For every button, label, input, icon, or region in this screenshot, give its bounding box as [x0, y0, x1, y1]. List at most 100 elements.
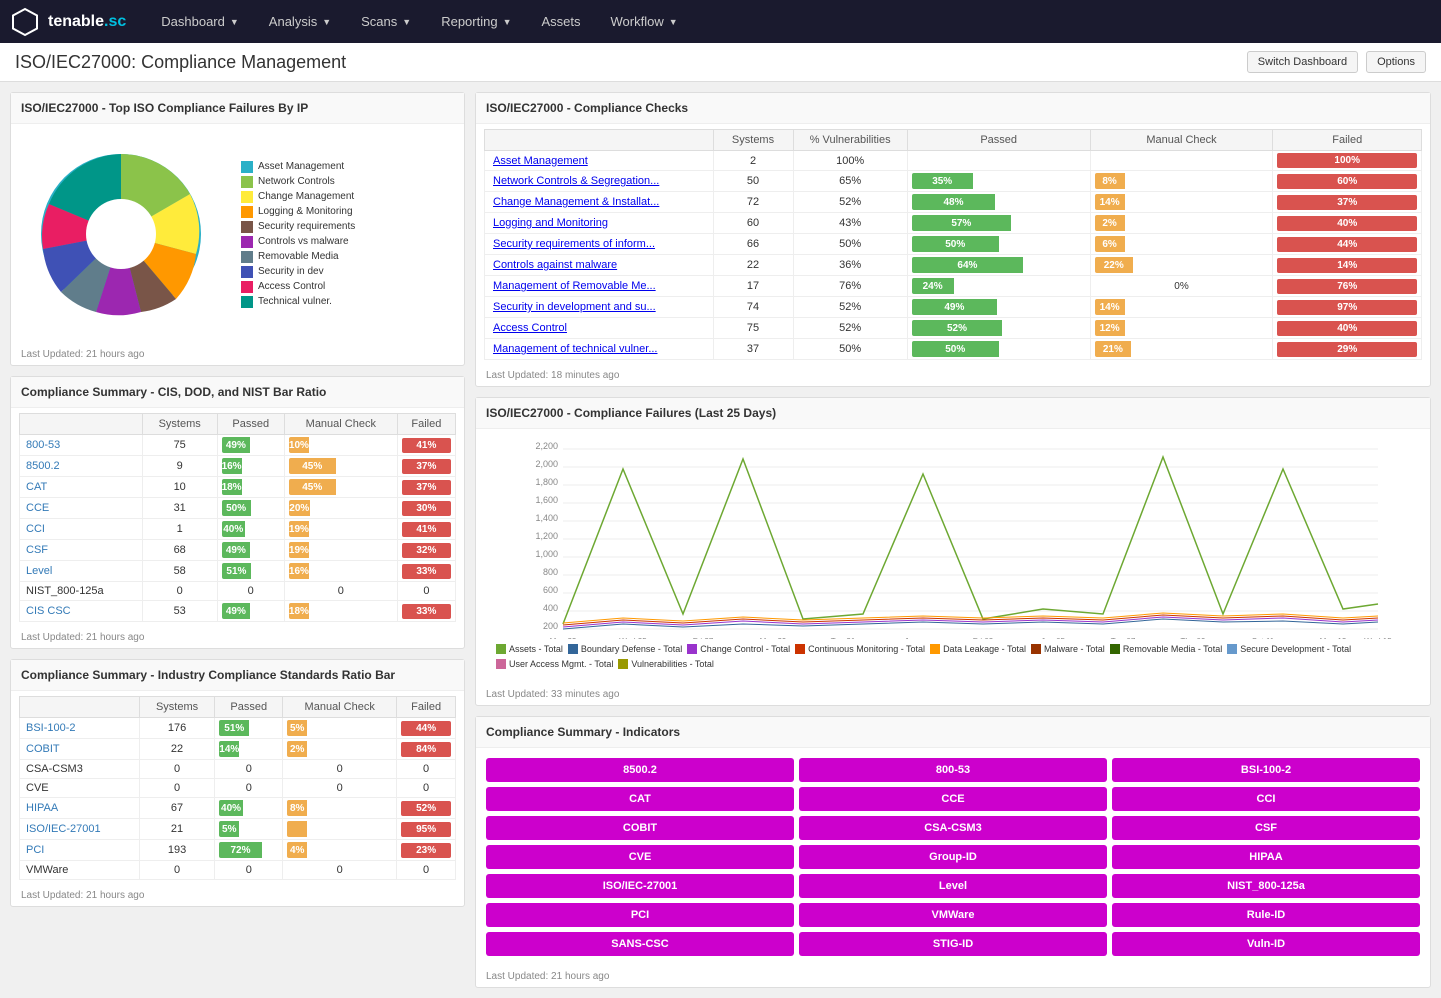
nav-analysis[interactable]: Analysis ▼ [254, 0, 346, 43]
legend-vuln: Vulnerabilities - Total [618, 659, 714, 669]
col-systems: Systems [139, 697, 214, 718]
logo-text: tenable.sc [48, 13, 126, 31]
indicator-button[interactable]: VMWare [799, 903, 1107, 927]
indicator-button[interactable]: SANS-CSC [486, 932, 794, 956]
col-failed: Failed [397, 414, 455, 435]
svg-text:800: 800 [543, 567, 558, 577]
indicator-button[interactable]: HIPAA [1112, 845, 1420, 869]
legend-item: Access Control [241, 281, 355, 293]
chart-last-updated: Last Updated: 33 minutes ago [476, 684, 1430, 705]
col-failed: Failed [1273, 130, 1422, 151]
indicator-button[interactable]: 8500.2 [486, 758, 794, 782]
indicator-button[interactable]: BSI-100-2 [1112, 758, 1420, 782]
indicator-button[interactable]: NIST_800-125a [1112, 874, 1420, 898]
nav-workflow[interactable]: Workflow ▼ [596, 0, 693, 43]
indicator-button[interactable]: PCI [486, 903, 794, 927]
checks-panel-title: ISO/IEC27000 - Compliance Checks [476, 93, 1430, 124]
legend-item: Security requirements [241, 221, 355, 233]
legend-continuous: Continuous Monitoring - Total [795, 644, 925, 654]
nav-scans[interactable]: Scans ▼ [346, 0, 426, 43]
logo: tenable.sc [10, 7, 126, 37]
pie-last-updated: Last Updated: 21 hours ago [11, 344, 464, 365]
table-row: VMWare0000 [20, 861, 456, 880]
nav-reporting[interactable]: Reporting ▼ [426, 0, 526, 43]
svg-text:Mon 29: Mon 29 [760, 637, 787, 639]
col-vuln: % Vulnerabilities [793, 130, 907, 151]
svg-text:June: June [904, 637, 922, 639]
svg-text:Mon 23: Mon 23 [550, 637, 577, 639]
legend-change: Change Control - Total [687, 644, 790, 654]
indicator-button[interactable]: ISO/IEC-27001 [486, 874, 794, 898]
logo-icon [10, 7, 40, 37]
table-row: CVE0000 [20, 779, 456, 798]
indicator-button[interactable]: CAT [486, 787, 794, 811]
indicator-button[interactable]: Vuln-ID [1112, 932, 1420, 956]
main-content: ISO/IEC27000 - Top ISO Compliance Failur… [0, 82, 1441, 998]
pie-container: Asset Management Network Controls Change… [11, 124, 464, 344]
table-row: NIST_800-125a0000 [20, 582, 456, 601]
indicator-button[interactable]: 800-53 [799, 758, 1107, 782]
col-passed: Passed [907, 130, 1090, 151]
chart-panel-title: ISO/IEC27000 - Compliance Failures (Last… [476, 398, 1430, 429]
table-row: CAT 10 18% 45% 37% [20, 477, 456, 498]
table-row: PCI 193 72% 4% 23% [20, 840, 456, 861]
indicator-button[interactable]: CVE [486, 845, 794, 869]
indicator-button[interactable]: CCE [799, 787, 1107, 811]
table-row: Security requirements of inform... 66 50… [485, 234, 1422, 255]
legend-user-access: User Access Mgmt. - Total [496, 659, 613, 669]
indicator-button[interactable]: CCI [1112, 787, 1420, 811]
industry-table: Systems Passed Manual Check Failed BSI-1… [19, 696, 456, 880]
table-row: CCI 1 40% 19% 41% [20, 519, 456, 540]
table-row: COBIT 22 14% 2% 84% [20, 739, 456, 760]
svg-text:Sat 11: Sat 11 [1252, 637, 1275, 639]
legend-item: Security in dev [241, 266, 355, 278]
options-button[interactable]: Options [1366, 51, 1426, 73]
indicators-last-updated: Last Updated: 21 hours ago [476, 966, 1430, 987]
svg-text:1,000: 1,000 [535, 549, 558, 559]
nav-assets[interactable]: Assets [527, 0, 596, 43]
indicator-button[interactable]: STIG-ID [799, 932, 1107, 956]
legend-item: Change Management [241, 191, 355, 203]
indicator-button[interactable]: Rule-ID [1112, 903, 1420, 927]
legend-secure-dev: Secure Development - Total [1227, 644, 1351, 654]
indicators-panel: Compliance Summary - Indicators 8500.280… [475, 716, 1431, 988]
chart-legend: Assets - Total Boundary Defense - Total … [486, 639, 1420, 674]
header-actions: Switch Dashboard Options [1247, 51, 1426, 73]
svg-text:Fri 03: Fri 03 [973, 637, 994, 639]
svg-text:Wed 15: Wed 15 [1364, 637, 1392, 639]
svg-text:1,400: 1,400 [535, 513, 558, 523]
table-row: CIS CSC 53 49% 18% 33% [20, 601, 456, 622]
svg-text:2,200: 2,200 [535, 441, 558, 451]
svg-text:1,600: 1,600 [535, 495, 558, 505]
industry-last-updated: Last Updated: 21 hours ago [11, 885, 464, 906]
header-bar: ISO/IEC27000: Compliance Management Swit… [0, 43, 1441, 82]
indicator-button[interactable]: COBIT [486, 816, 794, 840]
indicators-grid: 8500.2800-53BSI-100-2 CATCCECCI COBITCSA-C… [476, 748, 1430, 966]
indicator-button[interactable]: CSF [1112, 816, 1420, 840]
table-row: CCE 31 50% 20% 30% [20, 498, 456, 519]
indicator-button[interactable]: Level [799, 874, 1107, 898]
col-name [485, 130, 714, 151]
pie-legend: Asset Management Network Controls Change… [241, 161, 355, 308]
legend-item: Network Controls [241, 176, 355, 188]
svg-text:600: 600 [543, 585, 558, 595]
table-row: CSF 68 49% 19% 32% [20, 540, 456, 561]
svg-text:200: 200 [543, 621, 558, 631]
svg-text:Wed 25: Wed 25 [619, 637, 647, 639]
pie-panel: ISO/IEC27000 - Top ISO Compliance Failur… [10, 92, 465, 366]
svg-text:Tue 31: Tue 31 [831, 637, 856, 639]
nav-items: Dashboard ▼ Analysis ▼ Scans ▼ Reporting… [146, 0, 692, 43]
industry-panel: Compliance Summary - Industry Compliance… [10, 659, 465, 907]
svg-text:400: 400 [543, 603, 558, 613]
legend-item: Controls vs malware [241, 236, 355, 248]
table-row: Security in development and su... 74 52%… [485, 297, 1422, 318]
indicator-button[interactable]: Group-ID [799, 845, 1107, 869]
indicator-button[interactable]: CSA-CSM3 [799, 816, 1107, 840]
nav-dashboard[interactable]: Dashboard ▼ [146, 0, 254, 43]
switch-dashboard-button[interactable]: Switch Dashboard [1247, 51, 1358, 73]
col-manual: Manual Check [284, 414, 397, 435]
checks-last-updated: Last Updated: 18 minutes ago [476, 365, 1430, 386]
industry-panel-title: Compliance Summary - Industry Compliance… [11, 660, 464, 691]
table-row: Controls against malware 22 36% 64% 22% … [485, 255, 1422, 276]
col-systems: Systems [142, 414, 217, 435]
